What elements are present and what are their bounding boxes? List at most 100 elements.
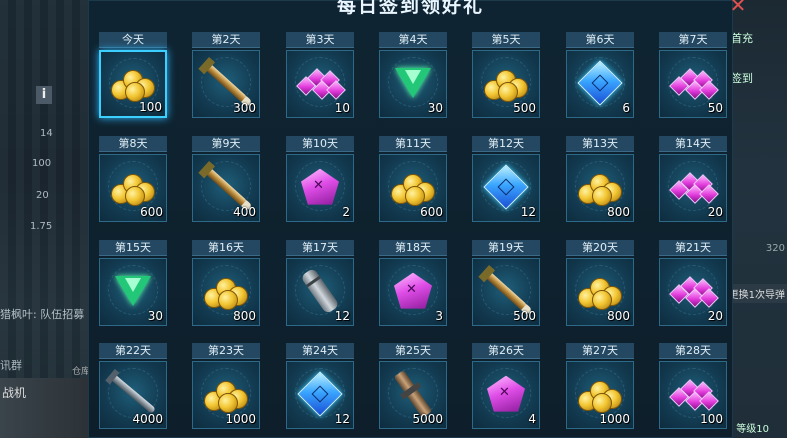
reward-quantity: 4000 [132,412,163,426]
reward-cell[interactable]: 第24天 12 [286,343,354,429]
reward-slot[interactable]: 300 [192,50,260,118]
day-label: 第16天 [192,240,260,256]
reward-slot[interactable]: 30 [379,50,447,118]
day-label: 第26天 [472,343,540,359]
reward-quantity: 800 [233,309,256,323]
reward-quantity: 600 [140,205,163,219]
day-label: 第4天 [379,32,447,48]
reward-slot[interactable]: 6 [566,50,634,118]
replace-missile-button[interactable]: 更换1次导弹 [726,284,787,303]
reward-cell[interactable]: 第16天 800 [192,240,260,326]
reward-quantity: 500 [513,309,536,323]
day-label: 第2天 [192,32,260,48]
plane-panel[interactable]: 战机 [0,378,98,438]
reward-slot[interactable]: 100 [659,361,727,429]
reward-cell[interactable]: 第10天 2 [286,136,354,222]
reward-slot[interactable]: 3 [379,258,447,326]
reward-slot[interactable]: 600 [379,154,447,222]
reward-slot[interactable]: 12 [286,258,354,326]
reward-quantity: 4 [528,412,536,426]
hud-number: 1.75 [30,221,53,232]
reward-cell[interactable]: 第3天 10 [286,32,354,118]
day-label: 第28天 [659,343,727,359]
gold-coin-icon [204,377,248,413]
reward-slot[interactable]: 30 [99,258,167,326]
reward-cell[interactable]: 第28天 100 [659,343,727,429]
reward-cell[interactable]: 第27天 1000 [566,343,634,429]
reward-quantity: 400 [233,205,256,219]
day-label: 第8天 [99,136,167,152]
info-icon[interactable]: i [36,86,52,104]
reward-quantity: 600 [420,205,443,219]
reward-cell[interactable]: 第12天 12 [472,136,540,222]
reward-slot[interactable]: 800 [192,258,260,326]
day-label: 第23天 [192,343,260,359]
reward-quantity: 30 [427,101,443,115]
day-label: 第7天 [659,32,727,48]
day-label: 第6天 [566,32,634,48]
day-label: 第20天 [566,240,634,256]
reward-quantity: 2 [342,205,350,219]
reward-slot[interactable]: 100 [99,50,167,118]
reward-cell[interactable]: 第8天 600 [99,136,167,222]
reward-slot[interactable]: 4 [472,361,540,429]
reward-quantity: 12 [520,205,536,219]
day-label: 第11天 [379,136,447,152]
day-label: 第14天 [659,136,727,152]
reward-cell[interactable]: 第19天 500 [472,240,540,326]
day-label: 第9天 [192,136,260,152]
purple-crystal-icon [394,272,432,309]
reward-cell[interactable]: 今天 100 [99,32,167,118]
reward-slot[interactable]: 12 [472,154,540,222]
reward-slot[interactable]: 500 [472,258,540,326]
close-icon[interactable]: ✕ [728,0,748,15]
day-label: 第24天 [286,343,354,359]
reward-cell[interactable]: 第18天 3 [379,240,447,326]
rocket-icon [204,166,248,208]
reward-slot[interactable]: 5000 [379,361,447,429]
reward-cell[interactable]: 第20天 800 [566,240,634,326]
reward-slot[interactable]: 20 [659,258,727,326]
day-label: 第22天 [99,343,167,359]
reward-slot[interactable]: 50 [659,50,727,118]
sign-in-label[interactable]: 签到 [731,70,753,86]
first-recharge-label[interactable]: 首充 [731,30,753,46]
level-label: 等级10 [736,424,769,435]
reward-slot[interactable]: 1000 [192,361,260,429]
reward-cell[interactable]: 第13天 800 [566,136,634,222]
reward-cell[interactable]: 第14天 20 [659,136,727,222]
reward-slot[interactable]: 20 [659,154,727,222]
reward-slot[interactable]: 1000 [566,361,634,429]
reward-quantity: 100 [700,412,723,426]
day-label: 第10天 [286,136,354,152]
reward-cell[interactable]: 第4天 30 [379,32,447,118]
reward-cell[interactable]: 第26天 4 [472,343,540,429]
reward-cell[interactable]: 第21天 20 [659,240,727,326]
reward-slot[interactable]: 600 [99,154,167,222]
reward-cell[interactable]: 第11天 600 [379,136,447,222]
reward-slot[interactable]: 10 [286,50,354,118]
reward-slot[interactable]: 2 [286,154,354,222]
reward-cell[interactable]: 第15天 30 [99,240,167,326]
team-label[interactable]: 讯群 [0,357,22,373]
reward-slot[interactable]: 500 [472,50,540,118]
reward-cell[interactable]: 第9天 400 [192,136,260,222]
day-label: 第27天 [566,343,634,359]
reward-cell[interactable]: 第22天 4000 [99,343,167,429]
reward-slot[interactable]: 4000 [99,361,167,429]
reward-slot[interactable]: 12 [286,361,354,429]
reward-cell[interactable]: 第17天 12 [286,240,354,326]
reward-slot[interactable]: 800 [566,258,634,326]
hud-right-number: 320 [765,243,785,254]
reward-slot[interactable]: 800 [566,154,634,222]
reward-cell[interactable]: 第25天 5000 [379,343,447,429]
reward-cell[interactable]: 第6天 6 [566,32,634,118]
reward-cell[interactable]: 第5天 500 [472,32,540,118]
reward-cell[interactable]: 第23天 1000 [192,343,260,429]
pink-gems-icon [669,171,719,204]
chat-message[interactable]: 猎枫叶: 队伍招募 [0,306,84,322]
reward-cell[interactable]: 第7天 50 [659,32,727,118]
reward-cell[interactable]: 第2天 300 [192,32,260,118]
reward-slot[interactable]: 400 [192,154,260,222]
day-label: 第5天 [472,32,540,48]
